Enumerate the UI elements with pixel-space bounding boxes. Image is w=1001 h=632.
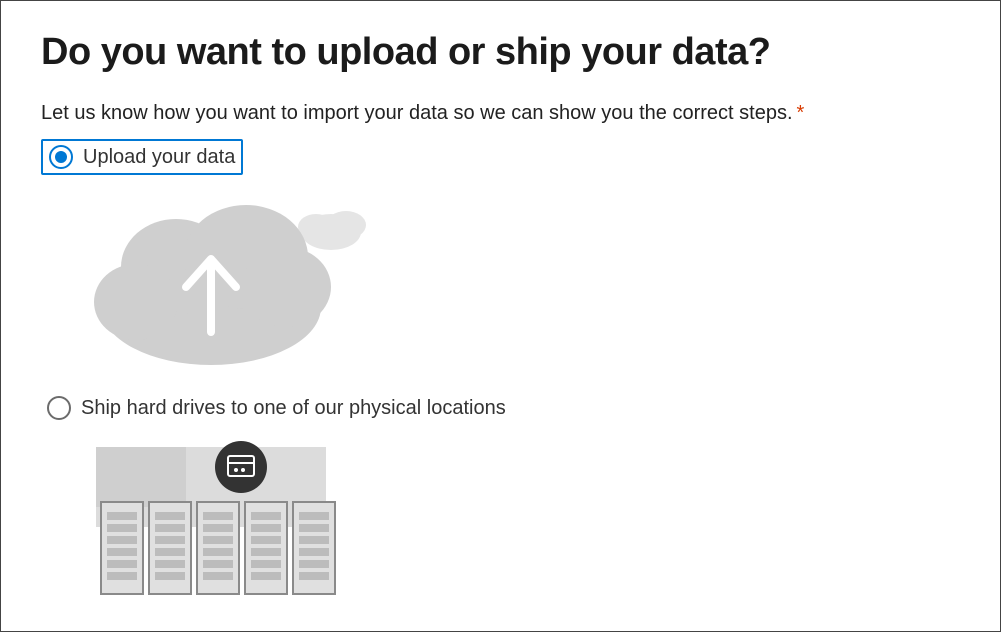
cloud-upload-icon <box>81 187 381 367</box>
upload-illustration <box>81 187 960 372</box>
server-racks-icon <box>81 432 361 602</box>
page-subtitle: Let us know how you want to import your … <box>41 102 960 125</box>
option-upload-label: Upload your data <box>83 146 235 169</box>
page-title: Do you want to upload or ship your data? <box>41 31 960 74</box>
option-ship-label: Ship hard drives to one of our physical … <box>81 397 506 420</box>
radio-upload[interactable] <box>49 145 73 169</box>
option-ship[interactable]: Ship hard drives to one of our physical … <box>41 392 960 424</box>
ship-illustration <box>81 432 960 607</box>
subtitle-text: Let us know how you want to import your … <box>41 102 793 124</box>
radio-upload-dot <box>55 151 67 163</box>
option-upload[interactable]: Upload your data <box>41 139 243 175</box>
required-asterisk: * <box>797 102 805 124</box>
radio-ship[interactable] <box>47 396 71 420</box>
